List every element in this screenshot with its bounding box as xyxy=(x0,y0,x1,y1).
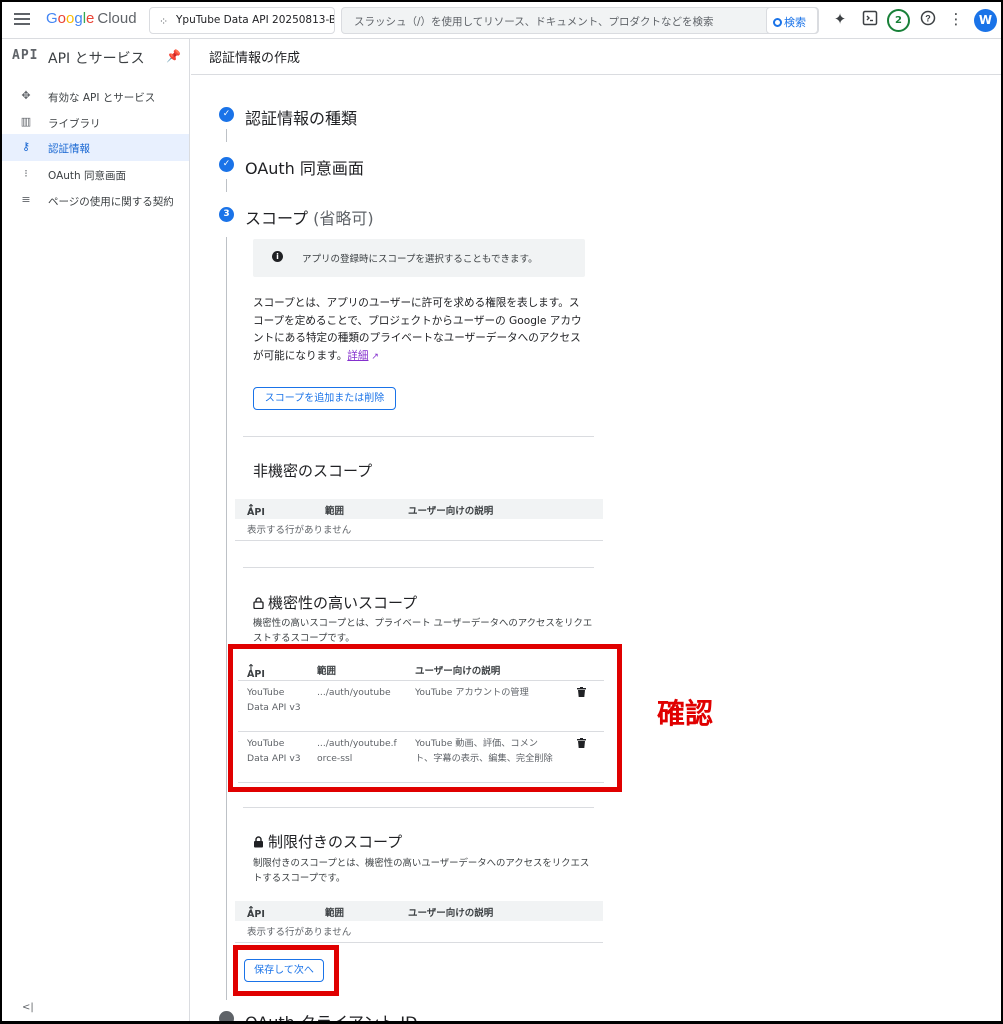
search-input[interactable]: スラッシュ（/）を使用してリソース、ドキュメント、プロダクトなどを検索 xyxy=(354,14,714,29)
library-icon: ▥ xyxy=(20,115,32,128)
external-link-icon: ↗ xyxy=(368,351,379,362)
settings-list-icon: ≡ xyxy=(21,193,31,206)
info-banner: i アプリの登録時にスコープを選択することもできます。 xyxy=(253,239,585,277)
more-vert-icon[interactable]: ⋮ xyxy=(946,10,966,28)
sidebar: API API とサービス 📌 ✥ 有効な API とサービス ▥ ライブラリ … xyxy=(2,39,190,1021)
non-sensitive-table-header: API ↑ 範囲 ユーザー向けの説明 xyxy=(235,499,603,519)
cloud-shell-icon[interactable] xyxy=(860,10,880,30)
column-scope[interactable]: 範囲 xyxy=(325,503,344,517)
gemini-sparkle-icon[interactable]: ✦ xyxy=(830,10,850,28)
table-bottom-border xyxy=(235,942,603,943)
project-name: YpuTube Data API 20250813-B xyxy=(176,14,335,26)
top-bar: Google Cloud ⁘ YpuTube Data API 20250813-… xyxy=(2,2,1001,39)
non-sensitive-scopes-title: 非機密のスコープ xyxy=(253,462,373,480)
sensitive-scopes-title: 機密性の高いスコープ xyxy=(253,592,417,613)
page-title: 認証情報の作成 xyxy=(209,51,301,66)
column-scope[interactable]: 範囲 xyxy=(325,905,344,919)
lock-open-icon xyxy=(253,597,264,610)
scope-description: スコープとは、アプリのユーザーに許可を求める権限を表します。スコープを定めること… xyxy=(253,297,582,362)
section-divider xyxy=(243,436,594,437)
restricted-scopes-description: 制限付きのスコープとは、機密性の高いユーザーデータへのアクセスをリクエストするス… xyxy=(253,858,590,884)
annotation-highlight-box xyxy=(233,945,339,996)
api-logo: API xyxy=(12,48,39,63)
check-icon: ✓ xyxy=(219,157,234,172)
table-bottom-border xyxy=(235,540,603,541)
sidebar-header: API API とサービス 📌 xyxy=(2,47,190,71)
step-scopes-label: スコープ xyxy=(245,209,309,228)
sidebar-title: API とサービス xyxy=(48,51,145,67)
step-number-badge: 3 xyxy=(219,207,234,222)
empty-table-message: 表示する行がありません xyxy=(247,525,352,536)
hamburger-menu-icon[interactable] xyxy=(12,10,32,30)
sidebar-item-page-usage-agreements[interactable]: ≡ ページの使用に関する契約 xyxy=(2,187,189,214)
avatar[interactable]: W xyxy=(974,9,997,32)
lock-icon xyxy=(254,836,263,848)
column-api[interactable]: API ↑ xyxy=(247,503,265,518)
section-divider xyxy=(243,807,594,808)
annotation-highlight-box xyxy=(228,644,622,792)
project-selector[interactable]: ⁘ YpuTube Data API 20250813-B xyxy=(149,7,335,34)
search-icon xyxy=(773,18,782,27)
collapse-sidebar-icon[interactable]: <| xyxy=(22,1002,34,1013)
restricted-table-header: API ↑ 範囲 ユーザー向けの説明 xyxy=(235,901,603,921)
svg-text:?: ? xyxy=(925,14,931,24)
step-number-badge xyxy=(219,1011,234,1021)
consent-icon: ⁝ xyxy=(24,167,28,180)
info-text: アプリの登録時にスコープを選択することもできます。 xyxy=(302,254,538,265)
key-icon: ⚷ xyxy=(21,140,31,153)
check-icon: ✓ xyxy=(219,107,234,122)
diamond-arrows-icon: ✥ xyxy=(21,89,31,102)
column-api[interactable]: API ↑ xyxy=(247,905,265,920)
sidebar-item-credentials[interactable]: ⚷ 認証情報 xyxy=(2,134,189,161)
column-user-description[interactable]: ユーザー向けの説明 xyxy=(408,905,493,919)
add-remove-scopes-button[interactable]: スコープを追加または削除 xyxy=(253,387,396,410)
restricted-scopes-title: 制限付きのスコープ xyxy=(253,831,402,852)
info-icon: i xyxy=(272,251,283,262)
help-icon[interactable]: ? xyxy=(918,10,938,30)
step-optional-label: (省略可) xyxy=(313,209,374,228)
sensitive-scopes-description: 機密性の高いスコープとは、プライベート ユーザーデータへのアクセスをリクエストす… xyxy=(253,618,593,644)
app-frame: Google Cloud ⁘ YpuTube Data API 20250813-… xyxy=(2,2,1001,1021)
project-hierarchy-icon: ⁘ xyxy=(159,15,169,28)
google-cloud-logo[interactable]: Google Cloud xyxy=(46,10,137,27)
notifications-badge[interactable]: 2 xyxy=(887,9,910,32)
sidebar-item-enabled-apis[interactable]: ✥ 有効な API とサービス xyxy=(2,83,189,110)
header-divider xyxy=(191,74,1001,75)
step-connector xyxy=(226,179,227,192)
search-bar[interactable]: スラッシュ（/）を使用してリソース、ドキュメント、プロダクトなどを検索 検索 xyxy=(341,7,819,34)
section-divider xyxy=(243,567,594,568)
column-user-description[interactable]: ユーザー向けの説明 xyxy=(408,503,493,517)
search-button[interactable]: 検索 xyxy=(766,7,818,34)
annotation-label: 確認 xyxy=(657,697,714,730)
sidebar-item-oauth-consent[interactable]: ⁝ OAuth 同意画面 xyxy=(2,161,189,188)
empty-table-message: 表示する行がありません xyxy=(247,927,352,938)
step-content-line xyxy=(226,237,227,1000)
learn-more-link[interactable]: 詳細 xyxy=(347,350,368,362)
sidebar-item-library[interactable]: ▥ ライブラリ xyxy=(2,109,189,136)
pin-icon[interactable]: 📌 xyxy=(166,49,181,63)
step-connector xyxy=(226,129,227,142)
